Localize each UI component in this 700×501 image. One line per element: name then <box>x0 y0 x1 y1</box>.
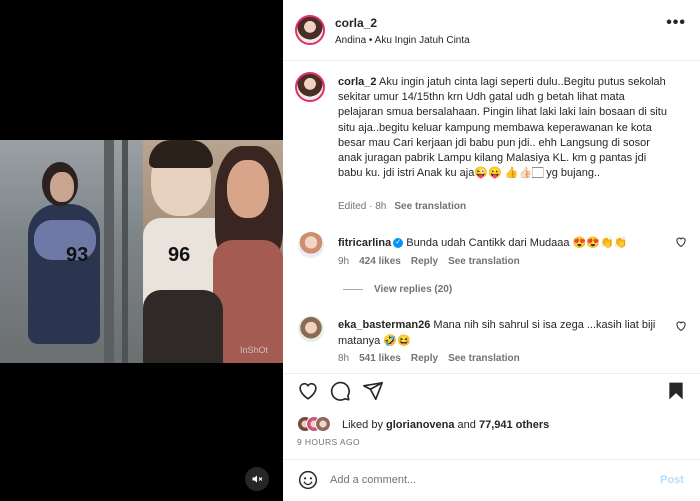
caption-avatar[interactable] <box>295 72 325 102</box>
comment-text: eka_basterman26 Mana nih sih sahrul si i… <box>338 318 658 349</box>
caption-time: Edited · 8h <box>338 201 387 212</box>
post-button[interactable]: Post <box>660 474 684 486</box>
caption-meta: Edited · 8h See translation <box>338 201 466 212</box>
muted-speaker-icon <box>252 475 263 483</box>
caption-see-translation[interactable]: See translation <box>394 201 466 212</box>
liked-by-user[interactable]: glorianovena <box>386 419 454 431</box>
photo-figure-face <box>50 172 74 202</box>
comment-likes[interactable]: 541 likes <box>359 353 401 364</box>
post-media[interactable]: 93 96 InShOt <box>0 0 283 501</box>
liked-by-and: and <box>454 419 479 431</box>
photo-right-half <box>143 140 283 363</box>
comment-time: 9h <box>338 256 350 267</box>
comment-heart-icon[interactable] <box>675 236 687 248</box>
age-label-right: 96 <box>168 244 191 266</box>
comment-time: 8h <box>338 353 350 364</box>
action-bar <box>283 380 700 406</box>
comment-username[interactable]: eka_basterman26 <box>338 319 430 331</box>
comment-text: fitricarlina ✓ Bunda udah Cantikk dari Mu… <box>338 236 658 251</box>
heart-icon[interactable] <box>297 380 319 402</box>
post-time: 9 HOURS AGO <box>297 437 360 447</box>
comment-likes[interactable]: 424 likes <box>359 256 401 267</box>
comment-icon[interactable] <box>329 380 351 402</box>
share-icon[interactable] <box>362 380 384 402</box>
comment-avatar[interactable] <box>298 316 324 342</box>
comment-meta: 8h 541 likes Reply See translation <box>338 353 520 364</box>
comment-meta: 9h 424 likes Reply See translation <box>338 256 520 267</box>
photo-pole <box>104 140 114 363</box>
audio-subtitle[interactable]: Andina • Aku Ingin Jatuh Cinta <box>335 35 470 46</box>
author-username[interactable]: corla_2 <box>335 16 377 30</box>
liked-by-text: Liked by glorianovena and 77,941 others <box>342 419 549 431</box>
age-label-left: 93 <box>66 244 89 266</box>
reply-button[interactable]: Reply <box>411 256 438 267</box>
comment-see-translation[interactable]: See translation <box>448 353 520 364</box>
comment-see-translation[interactable]: See translation <box>448 256 520 267</box>
caption-text: corla_2 Aku ingin jatuh cinta lagi seper… <box>338 75 668 181</box>
comment-input[interactable]: Add a comment... <box>330 474 416 486</box>
caption-username[interactable]: corla_2 <box>338 76 377 88</box>
watermark: InShOt <box>240 345 269 355</box>
emoji-icon[interactable] <box>298 470 318 490</box>
mute-button[interactable] <box>245 467 269 491</box>
comment-heart-icon[interactable] <box>675 320 687 332</box>
comment-avatar[interactable] <box>298 232 324 258</box>
post-header: corla_2 Andina • Aku Ingin Jatuh Cinta •… <box>283 0 700 61</box>
comment-username[interactable]: fitricarlina <box>338 237 391 249</box>
reply-button[interactable]: Reply <box>411 353 438 364</box>
view-replies-button[interactable]: View replies (20) <box>374 284 452 295</box>
divider <box>283 373 700 374</box>
caption-body: Aku ingin jatuh cinta lagi seperti dulu.… <box>338 76 667 180</box>
photo-jacket <box>143 290 223 363</box>
view-replies-line <box>343 289 363 290</box>
liked-by-prefix: Liked by <box>342 419 387 431</box>
photo-woman-face <box>227 160 269 218</box>
bookmark-icon[interactable] <box>666 380 686 402</box>
divider <box>283 459 700 460</box>
photo-man-hair <box>149 140 213 168</box>
comment-body: Bunda udah Cantikk dari Mudaaa 😍😍👏👏 <box>406 237 628 249</box>
liker-avatar[interactable] <box>315 416 331 432</box>
post-side-panel: corla_2 Andina • Aku Ingin Jatuh Cinta •… <box>283 0 700 501</box>
likes-count[interactable]: 77,941 others <box>479 419 549 431</box>
photo-pole-2 <box>122 140 128 363</box>
author-avatar[interactable] <box>295 15 325 45</box>
verified-icon: ✓ <box>393 238 404 249</box>
more-icon[interactable]: ••• <box>666 14 686 32</box>
post-photo: 93 96 InShOt <box>0 140 283 363</box>
